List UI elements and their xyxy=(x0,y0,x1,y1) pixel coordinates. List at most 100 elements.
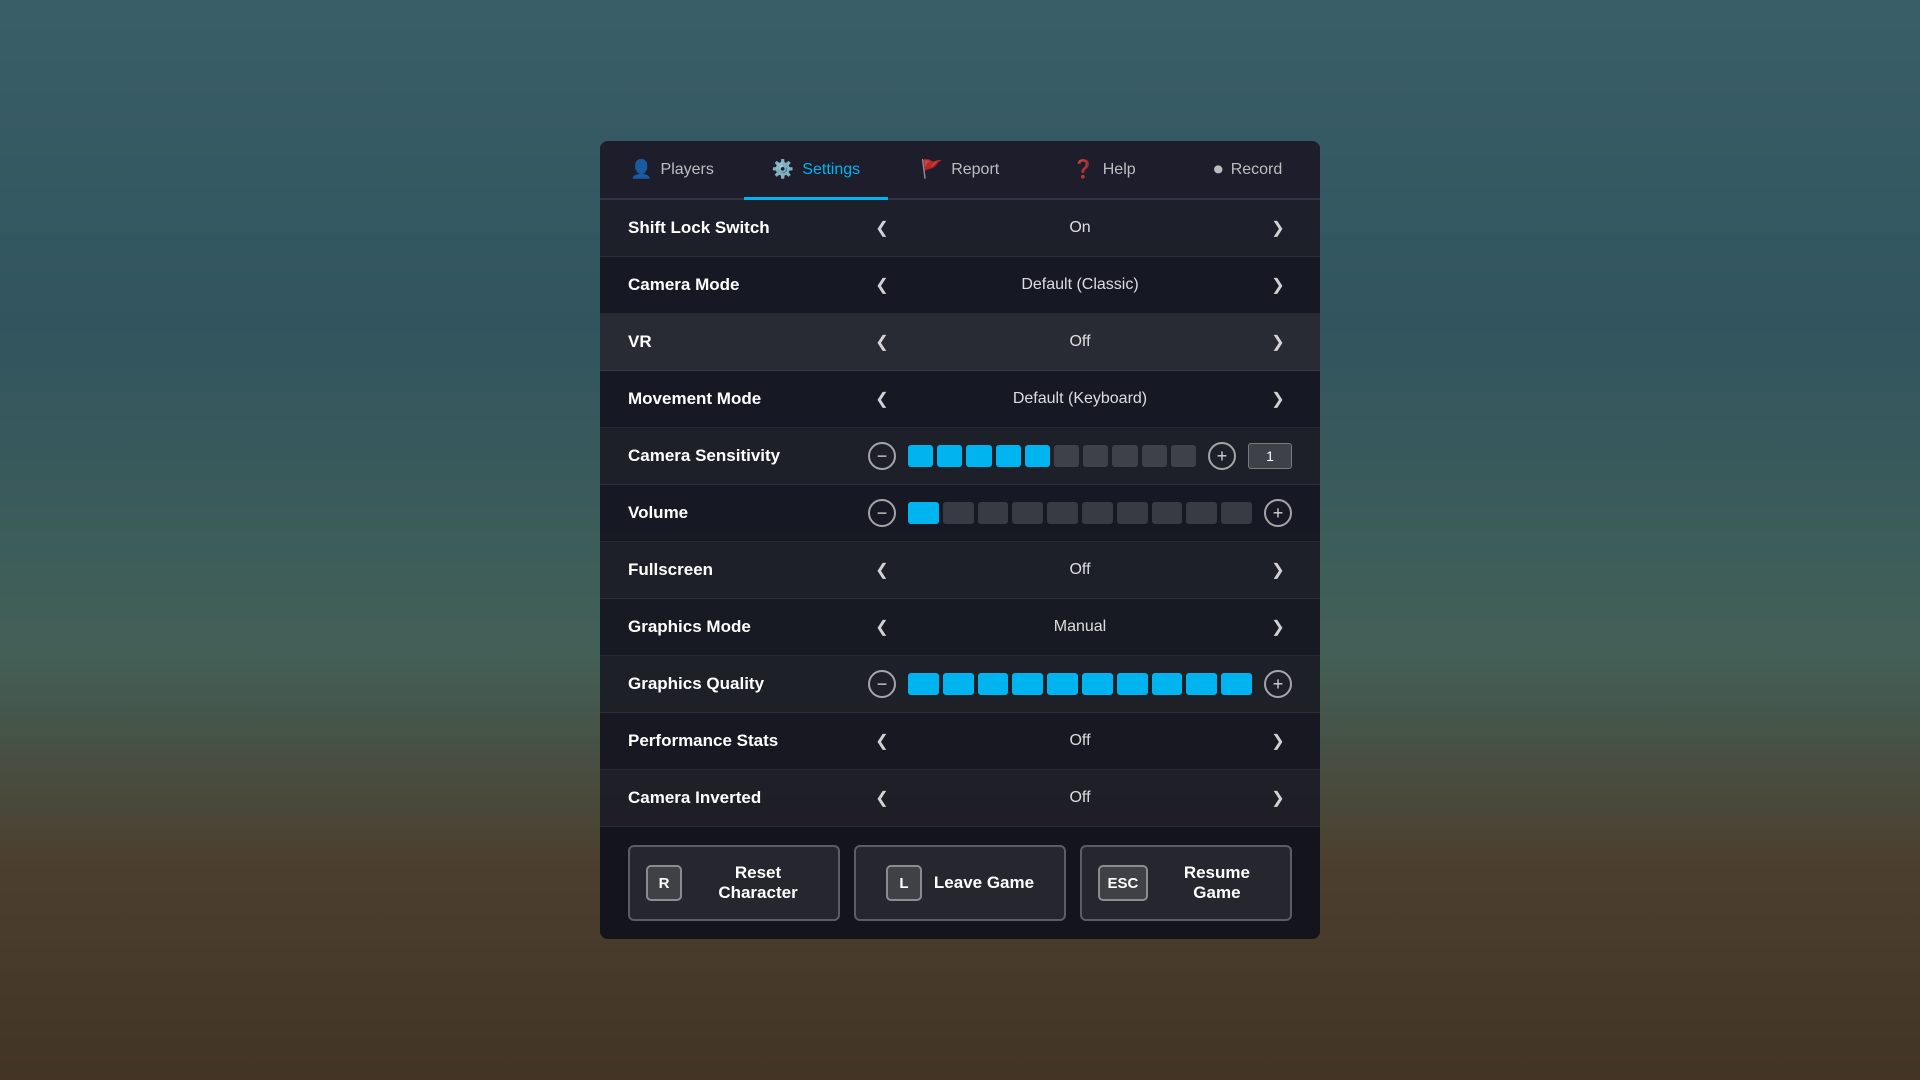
slider-seg-camera-sensitivity-5 xyxy=(1054,445,1079,467)
setting-row-shift-lock-switch: Shift Lock Switch ❮ On ❯ xyxy=(600,200,1320,257)
setting-control-movement-mode: ❮ Default (Keyboard) ❯ xyxy=(868,385,1292,413)
record-icon: ⏺ xyxy=(1214,159,1223,180)
setting-row-volume: Volume − + xyxy=(600,485,1320,542)
setting-label-camera-mode: Camera Mode xyxy=(628,275,868,295)
setting-control-camera-mode: ❮ Default (Classic) ❯ xyxy=(868,271,1292,299)
tab-record[interactable]: ⏺ Record xyxy=(1176,141,1320,198)
setting-value-shift-lock-switch: On xyxy=(908,219,1252,237)
setting-label-movement-mode: Movement Mode xyxy=(628,389,868,409)
arrow-right-camera-inverted[interactable]: ❯ xyxy=(1264,784,1292,812)
report-icon: 🚩 xyxy=(921,159,943,180)
tab-label-players: Players xyxy=(661,161,714,179)
tab-label-settings: Settings xyxy=(802,161,860,179)
setting-value-vr: Off xyxy=(908,333,1252,351)
slider-seg-graphics-quality-4 xyxy=(1047,673,1078,695)
setting-control-graphics-mode: ❮ Manual ❯ xyxy=(868,613,1292,641)
arrow-left-graphics-mode[interactable]: ❮ xyxy=(868,613,896,641)
slider-minus-camera-sensitivity[interactable]: − xyxy=(868,442,896,470)
setting-control-performance-stats: ❮ Off ❯ xyxy=(868,727,1292,755)
setting-label-camera-inverted: Camera Inverted xyxy=(628,788,868,808)
slider-track-camera-sensitivity xyxy=(908,445,1196,467)
setting-label-performance-stats: Performance Stats xyxy=(628,731,868,751)
menu-panel: 👤 Players ⚙️Settings 🚩 Report ❓ Help ⏺ Record Sh… xyxy=(600,141,1320,939)
setting-row-camera-inverted: Camera Inverted ❮ Off ❯ xyxy=(600,770,1320,827)
setting-control-shift-lock-switch: ❮ On ❯ xyxy=(868,214,1292,242)
setting-label-camera-sensitivity: Camera Sensitivity xyxy=(628,446,868,466)
tab-report[interactable]: 🚩 Report xyxy=(888,141,1032,198)
arrow-right-fullscreen[interactable]: ❯ xyxy=(1264,556,1292,584)
tab-settings[interactable]: ⚙️Settings xyxy=(744,141,888,198)
slider-seg-graphics-quality-1 xyxy=(943,673,974,695)
slider-seg-volume-8 xyxy=(1186,502,1217,524)
tab-label-report: Report xyxy=(951,161,999,179)
slider-seg-camera-sensitivity-7 xyxy=(1112,445,1137,467)
slider-input-camera-sensitivity[interactable] xyxy=(1248,443,1292,469)
arrow-right-movement-mode[interactable]: ❯ xyxy=(1264,385,1292,413)
arrow-right-camera-mode[interactable]: ❯ xyxy=(1264,271,1292,299)
slider-seg-camera-sensitivity-0 xyxy=(908,445,933,467)
help-icon: ❓ xyxy=(1072,159,1094,180)
reset-character-key: R xyxy=(646,865,682,901)
slider-seg-graphics-quality-8 xyxy=(1186,673,1217,695)
resume-game-button[interactable]: ESC Resume Game xyxy=(1080,845,1292,921)
setting-row-movement-mode: Movement Mode ❮ Default (Keyboard) ❯ xyxy=(600,371,1320,428)
tab-players[interactable]: 👤 Players xyxy=(600,141,744,198)
arrow-left-camera-mode[interactable]: ❮ xyxy=(868,271,896,299)
bottom-buttons: R Reset Character L Leave Game ESC Resum… xyxy=(600,827,1320,939)
slider-seg-graphics-quality-6 xyxy=(1117,673,1148,695)
settings-body: Shift Lock Switch ❮ On ❯ Camera Mode ❮ D… xyxy=(600,200,1320,827)
slider-seg-graphics-quality-2 xyxy=(978,673,1009,695)
slider-seg-camera-sensitivity-1 xyxy=(937,445,962,467)
arrow-right-vr[interactable]: ❯ xyxy=(1264,328,1292,356)
slider-seg-camera-sensitivity-3 xyxy=(996,445,1021,467)
resume-game-label: Resume Game xyxy=(1160,863,1274,903)
setting-value-camera-inverted: Off xyxy=(908,789,1252,807)
slider-minus-volume[interactable]: − xyxy=(868,499,896,527)
slider-plus-volume[interactable]: + xyxy=(1264,499,1292,527)
slider-seg-graphics-quality-5 xyxy=(1082,673,1113,695)
players-icon: 👤 xyxy=(630,159,652,180)
setting-row-performance-stats: Performance Stats ❮ Off ❯ xyxy=(600,713,1320,770)
slider-seg-volume-5 xyxy=(1082,502,1113,524)
setting-control-camera-sensitivity: − + xyxy=(868,442,1292,470)
setting-control-vr: ❮ Off ❯ xyxy=(868,328,1292,356)
tab-help[interactable]: ❓ Help xyxy=(1032,141,1176,198)
arrow-left-vr[interactable]: ❮ xyxy=(868,328,896,356)
arrow-right-performance-stats[interactable]: ❯ xyxy=(1264,727,1292,755)
setting-row-graphics-quality: Graphics Quality − + xyxy=(600,656,1320,713)
setting-label-vr: VR xyxy=(628,332,868,352)
slider-plus-graphics-quality[interactable]: + xyxy=(1264,670,1292,698)
reset-character-button[interactable]: R Reset Character xyxy=(628,845,840,921)
tab-label-record: Record xyxy=(1231,161,1283,179)
slider-seg-graphics-quality-7 xyxy=(1152,673,1183,695)
slider-minus-graphics-quality[interactable]: − xyxy=(868,670,896,698)
slider-seg-volume-0 xyxy=(908,502,939,524)
slider-seg-volume-6 xyxy=(1117,502,1148,524)
setting-control-volume: − + xyxy=(868,499,1292,527)
arrow-left-performance-stats[interactable]: ❮ xyxy=(868,727,896,755)
setting-row-graphics-mode: Graphics Mode ❮ Manual ❯ xyxy=(600,599,1320,656)
slider-plus-camera-sensitivity[interactable]: + xyxy=(1208,442,1236,470)
tab-label-help: Help xyxy=(1103,161,1136,179)
setting-label-volume: Volume xyxy=(628,503,868,523)
setting-value-graphics-mode: Manual xyxy=(908,618,1252,636)
setting-value-camera-mode: Default (Classic) xyxy=(908,276,1252,294)
arrow-left-fullscreen[interactable]: ❮ xyxy=(868,556,896,584)
slider-seg-camera-sensitivity-8 xyxy=(1142,445,1167,467)
slider-track-graphics-quality xyxy=(908,673,1252,695)
setting-label-shift-lock-switch: Shift Lock Switch xyxy=(628,218,868,238)
arrow-left-shift-lock-switch[interactable]: ❮ xyxy=(868,214,896,242)
arrow-left-camera-inverted[interactable]: ❮ xyxy=(868,784,896,812)
leave-game-label: Leave Game xyxy=(934,873,1034,893)
arrow-right-shift-lock-switch[interactable]: ❯ xyxy=(1264,214,1292,242)
leave-game-key: L xyxy=(886,865,922,901)
setting-row-camera-mode: Camera Mode ❮ Default (Classic) ❯ xyxy=(600,257,1320,314)
slider-seg-graphics-quality-0 xyxy=(908,673,939,695)
arrow-left-movement-mode[interactable]: ❮ xyxy=(868,385,896,413)
leave-game-button[interactable]: L Leave Game xyxy=(854,845,1066,921)
slider-seg-camera-sensitivity-6 xyxy=(1083,445,1108,467)
slider-seg-graphics-quality-9 xyxy=(1221,673,1252,695)
arrow-right-graphics-mode[interactable]: ❯ xyxy=(1264,613,1292,641)
setting-control-camera-inverted: ❮ Off ❯ xyxy=(868,784,1292,812)
setting-label-graphics-mode: Graphics Mode xyxy=(628,617,868,637)
